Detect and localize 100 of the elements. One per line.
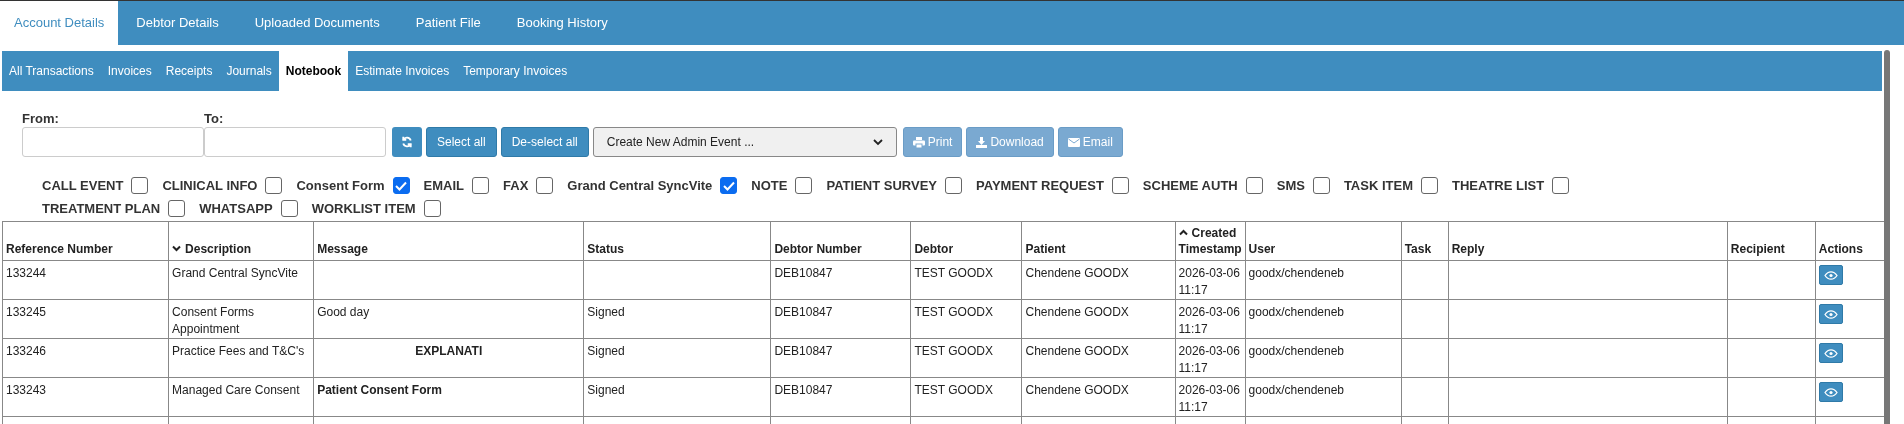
sub-tab[interactable]: Temporary Invoices bbox=[456, 51, 575, 91]
event-type-label: THEATRE LIST bbox=[1452, 176, 1545, 195]
view-button[interactable] bbox=[1818, 265, 1843, 285]
table-cell: Practice Fees and T&C's bbox=[168, 338, 314, 378]
event-type-checkbox[interactable] bbox=[280, 200, 298, 217]
main-tab[interactable]: Account Details bbox=[0, 1, 119, 45]
deselect-all-button[interactable]: De-select all bbox=[500, 127, 589, 157]
event-type-checkbox[interactable] bbox=[472, 177, 490, 194]
table-cell: 2026-03-06 11:17 bbox=[1175, 338, 1246, 378]
table-cell: 133245 bbox=[2, 299, 169, 339]
table-cell: Good day bbox=[313, 299, 584, 339]
event-type-checkbox[interactable] bbox=[720, 177, 738, 194]
event-type-checkbox[interactable] bbox=[1245, 177, 1263, 194]
table-cell: 2026-03-06 11:17 bbox=[1175, 299, 1246, 339]
to-label: To: bbox=[204, 110, 225, 125]
column-header[interactable]: Reply bbox=[1448, 221, 1728, 261]
column-header[interactable]: Debtor Number bbox=[770, 221, 911, 261]
sub-tab[interactable]: Receipts bbox=[158, 51, 220, 91]
table-cell: Signed bbox=[583, 299, 771, 339]
view-button[interactable] bbox=[1818, 382, 1843, 402]
eye-icon bbox=[1823, 270, 1838, 280]
column-header[interactable]: Patient bbox=[1022, 221, 1176, 261]
eye-icon bbox=[1823, 348, 1838, 358]
table-cell: DEB10847 bbox=[770, 338, 911, 378]
table-cell: Chendene GOODX bbox=[1022, 377, 1176, 417]
table-cell: DEB10847 bbox=[770, 299, 911, 339]
table-cell: TEST GOODX bbox=[910, 299, 1022, 339]
sub-tab[interactable]: Journals bbox=[219, 51, 279, 91]
event-type-checkbox[interactable] bbox=[945, 177, 962, 194]
event-type-label: Consent Form bbox=[296, 176, 385, 195]
table-cell: TEST GOODX bbox=[910, 260, 1022, 300]
event-type-label: PATIENT SURVEY bbox=[826, 176, 937, 195]
view-button[interactable] bbox=[1818, 304, 1843, 324]
column-header[interactable]: Recipient bbox=[1727, 221, 1816, 261]
table-cell: 2026-03-06 11:17 bbox=[1175, 260, 1246, 300]
table-cell: goodx/chendeneb bbox=[1245, 338, 1402, 378]
sub-tab[interactable]: Notebook bbox=[278, 51, 349, 91]
column-header[interactable]: Description bbox=[168, 221, 314, 261]
event-type-checkbox[interactable] bbox=[168, 200, 186, 217]
chevron-down-icon bbox=[872, 138, 883, 146]
table-cell: Chendene GOODX bbox=[1022, 260, 1176, 300]
table-cell: 133243 bbox=[2, 377, 169, 417]
table-cell: Grand Central SyncVite bbox=[168, 260, 314, 300]
event-type-checkbox[interactable] bbox=[1552, 177, 1570, 194]
from-date-field[interactable] bbox=[22, 127, 204, 157]
table-cell bbox=[1401, 260, 1449, 300]
column-header[interactable]: Message bbox=[313, 221, 584, 261]
eye-icon bbox=[1823, 309, 1838, 319]
admin-event-dropdown[interactable]: Create New Admin Event ... bbox=[592, 127, 897, 157]
table-cell bbox=[1401, 299, 1449, 339]
event-type-checkbox[interactable] bbox=[392, 177, 410, 194]
table-cell: DEB10847 bbox=[770, 260, 911, 300]
table-cell: Signed bbox=[583, 377, 771, 417]
eye-icon bbox=[1823, 387, 1838, 397]
download-icon bbox=[976, 136, 988, 148]
event-type-label: TREATMENT PLAN bbox=[42, 199, 161, 218]
sub-tab[interactable]: Estimate Invoices bbox=[348, 51, 457, 91]
event-type-checkbox[interactable] bbox=[1312, 177, 1330, 194]
main-tab[interactable]: Patient File bbox=[397, 1, 499, 45]
event-type-checkbox[interactable] bbox=[795, 177, 813, 194]
event-type-label: CLINICAL INFO bbox=[162, 176, 258, 195]
table-cell: DEB10847 bbox=[770, 377, 911, 417]
event-type-checkbox[interactable] bbox=[423, 200, 441, 217]
to-date-field[interactable] bbox=[204, 127, 386, 157]
column-header[interactable]: Debtor bbox=[910, 221, 1022, 261]
main-tab[interactable]: Booking History bbox=[498, 1, 626, 45]
event-type-label: SCHEME AUTH bbox=[1142, 176, 1238, 195]
column-header[interactable]: Status bbox=[583, 221, 771, 261]
refresh-icon bbox=[401, 136, 413, 148]
column-header[interactable]: Task bbox=[1401, 221, 1449, 261]
table-cell: Chendene GOODX bbox=[1022, 338, 1176, 378]
table-cell: goodx/chendeneb bbox=[1245, 299, 1402, 339]
event-type-label: TASK ITEM bbox=[1343, 176, 1413, 195]
table-cell bbox=[1401, 338, 1449, 378]
column-header[interactable]: User bbox=[1245, 221, 1402, 261]
table-cell: Consent Forms Appointment bbox=[168, 299, 314, 339]
select-all-button[interactable]: Select all bbox=[426, 127, 497, 157]
table-cell: goodx/chendeneb bbox=[1245, 377, 1402, 417]
view-button[interactable] bbox=[1818, 343, 1843, 363]
table-cell: goodx/chendeneb bbox=[1245, 260, 1402, 300]
table-cell: Managed Care Consent bbox=[168, 377, 314, 417]
table-cell: 133244 bbox=[2, 260, 169, 300]
printer-icon bbox=[912, 136, 925, 148]
event-type-checkbox[interactable] bbox=[131, 177, 149, 194]
event-type-checkbox[interactable] bbox=[1421, 177, 1438, 194]
event-type-checkbox[interactable] bbox=[1111, 177, 1129, 194]
event-type-label: NOTE bbox=[751, 176, 788, 195]
event-type-label: Grand Central SyncVite bbox=[567, 176, 713, 195]
column-header[interactable]: Created Timestamp bbox=[1175, 221, 1246, 261]
main-tab[interactable]: Debtor Details bbox=[118, 1, 237, 45]
event-type-label: EMAIL bbox=[423, 176, 465, 195]
event-type-checkbox[interactable] bbox=[536, 177, 554, 194]
sub-tab[interactable]: All Transactions bbox=[2, 51, 101, 91]
table-cell: Chendene GOODX bbox=[1022, 299, 1176, 339]
refresh-button[interactable] bbox=[392, 127, 422, 157]
sub-tab[interactable]: Invoices bbox=[100, 51, 159, 91]
event-type-checkbox[interactable] bbox=[265, 177, 283, 194]
main-tab[interactable]: Uploaded Documents bbox=[236, 1, 398, 45]
column-header[interactable]: Reference Number bbox=[2, 221, 169, 261]
event-type-label: CALL EVENT bbox=[42, 176, 124, 195]
